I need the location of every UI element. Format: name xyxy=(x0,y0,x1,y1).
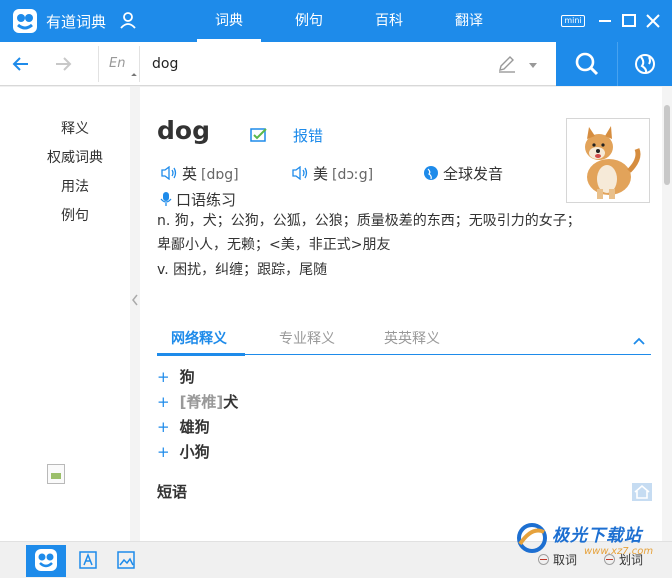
online-globe-button[interactable] xyxy=(618,42,672,86)
definition-line: v. 困扰，纠缠；跟踪，尾随 xyxy=(157,262,328,278)
back-arrow-icon[interactable] xyxy=(8,52,34,76)
globe-icon xyxy=(424,166,438,180)
nav-item-authoritative-dictionary[interactable]: 权威词典 xyxy=(0,147,150,167)
nav-divider xyxy=(130,87,140,541)
pronunciation-uk[interactable]: 英 [dɒg] xyxy=(160,163,239,184)
footer-dictionary-button[interactable] xyxy=(26,545,66,577)
left-nav: 释义 权威词典 用法 例句 xyxy=(0,87,130,541)
speaker-icon xyxy=(161,166,177,180)
tab-web-meanings[interactable]: 网络释义 xyxy=(171,328,227,348)
title-bar: 有道词典 词典 例句 百科 翻译 mini xyxy=(0,0,672,42)
speaker-icon xyxy=(292,166,308,180)
dog-image[interactable] xyxy=(566,118,650,203)
youdao-logo-icon xyxy=(35,549,57,571)
close-icon[interactable] xyxy=(642,12,664,30)
search-input[interactable] xyxy=(152,51,482,77)
global-pronunciation-link[interactable]: 全球发音 xyxy=(423,163,503,184)
report-error-link[interactable]: 报错 xyxy=(293,125,323,146)
list-item[interactable]: + 狗 xyxy=(157,366,195,387)
meaning-text: 狗 xyxy=(179,368,195,386)
search-icon xyxy=(575,52,599,76)
dog-illustration xyxy=(585,126,641,199)
expand-plus-icon[interactable]: + xyxy=(157,393,170,411)
tab-encyclopedia[interactable]: 百科 xyxy=(357,0,421,42)
global-pronunciation-label: 全球发音 xyxy=(443,165,504,183)
watermark-url: www.xz7.com xyxy=(584,546,654,557)
pronunciation-uk-label: 英 xyxy=(182,165,198,183)
mini-mode-button[interactable]: mini xyxy=(561,12,585,30)
tab-examples[interactable]: 例句 xyxy=(277,0,341,42)
youdao-logo-icon xyxy=(13,9,37,33)
meaning-tag: [脊椎] xyxy=(179,393,224,411)
tab-english-english[interactable]: 英英释义 xyxy=(384,328,440,348)
maximize-icon[interactable] xyxy=(618,12,640,30)
headword: dog xyxy=(157,116,210,145)
handwriting-caret-icon[interactable] xyxy=(529,63,537,68)
expand-plus-icon[interactable]: + xyxy=(157,368,170,386)
pronunciation-us-label: 美 xyxy=(313,165,329,183)
language-selector[interactable]: En xyxy=(98,46,140,82)
back-to-top-button[interactable] xyxy=(632,483,652,501)
list-item[interactable]: + 雄狗 xyxy=(157,416,210,437)
watermark-text: 极光下载站 xyxy=(552,526,642,546)
broken-image-icon xyxy=(47,464,65,484)
oral-practice-link[interactable]: 口语练习 xyxy=(160,189,236,210)
active-tab-indicator xyxy=(157,353,245,356)
language-label: En xyxy=(109,56,126,71)
mini-mode-label: mini xyxy=(561,15,585,27)
meaning-tabs: 网络释义 专业释义 英英释义 xyxy=(157,324,651,356)
meaning-text: 犬 xyxy=(223,393,239,411)
forward-arrow-icon[interactable] xyxy=(50,52,76,76)
add-to-wordbook-icon[interactable] xyxy=(250,127,268,143)
minimize-icon[interactable] xyxy=(594,12,616,30)
meaning-text: 雄狗 xyxy=(179,418,210,436)
user-icon[interactable] xyxy=(119,11,137,29)
search-button[interactable] xyxy=(556,42,618,86)
nav-item-examples[interactable]: 例句 xyxy=(0,205,150,225)
scrollbar-thumb[interactable] xyxy=(664,105,670,185)
nav-item-definition[interactable]: 释义 xyxy=(0,118,150,138)
phonetic-uk: [dɒg] xyxy=(201,167,239,183)
phonetic-us: [dɔːg] xyxy=(332,167,374,183)
tab-dictionary[interactable]: 词典 xyxy=(197,0,261,42)
nav-item-usage[interactable]: 用法 xyxy=(0,176,150,196)
expand-plus-icon[interactable]: + xyxy=(157,443,170,461)
list-item[interactable]: + [脊椎]犬 xyxy=(157,391,238,412)
collapse-nav-chevron-icon[interactable] xyxy=(130,289,140,311)
definition-line: n. 狗，犬；公狗，公狐，公狼；质量极差的东西；无吸引力的女子； xyxy=(157,213,581,229)
pronunciation-us[interactable]: 美 [dɔːg] xyxy=(291,163,373,184)
home-icon xyxy=(634,484,650,499)
app-title: 有道词典 xyxy=(46,13,107,31)
scrollbar[interactable] xyxy=(662,87,672,541)
handwriting-pen-icon[interactable] xyxy=(497,54,517,74)
phrases-heading: 短语 xyxy=(157,483,188,501)
tab-translate[interactable]: 翻译 xyxy=(437,0,501,42)
definition-line: 卑鄙小人，无赖；<美，非正式>朋友 xyxy=(157,237,391,253)
chevron-up-icon[interactable] xyxy=(633,337,645,345)
text-translate-icon[interactable] xyxy=(78,550,98,570)
expand-plus-icon[interactable]: + xyxy=(157,418,170,436)
meaning-text: 小狗 xyxy=(179,443,210,461)
image-translate-icon[interactable] xyxy=(116,550,136,570)
list-item[interactable]: + 小狗 xyxy=(157,441,210,462)
language-caret-icon xyxy=(131,73,137,79)
main-content: 释义 权威词典 用法 例句 dog 报错 英 [dɒg] 美 [dɔːg] 全球… xyxy=(0,87,672,541)
search-bar: En xyxy=(0,42,672,86)
microphone-icon xyxy=(160,192,172,206)
oral-practice-label: 口语练习 xyxy=(176,191,237,209)
tab-professional-meanings[interactable]: 专业释义 xyxy=(279,328,335,348)
globe-icon xyxy=(635,54,655,74)
